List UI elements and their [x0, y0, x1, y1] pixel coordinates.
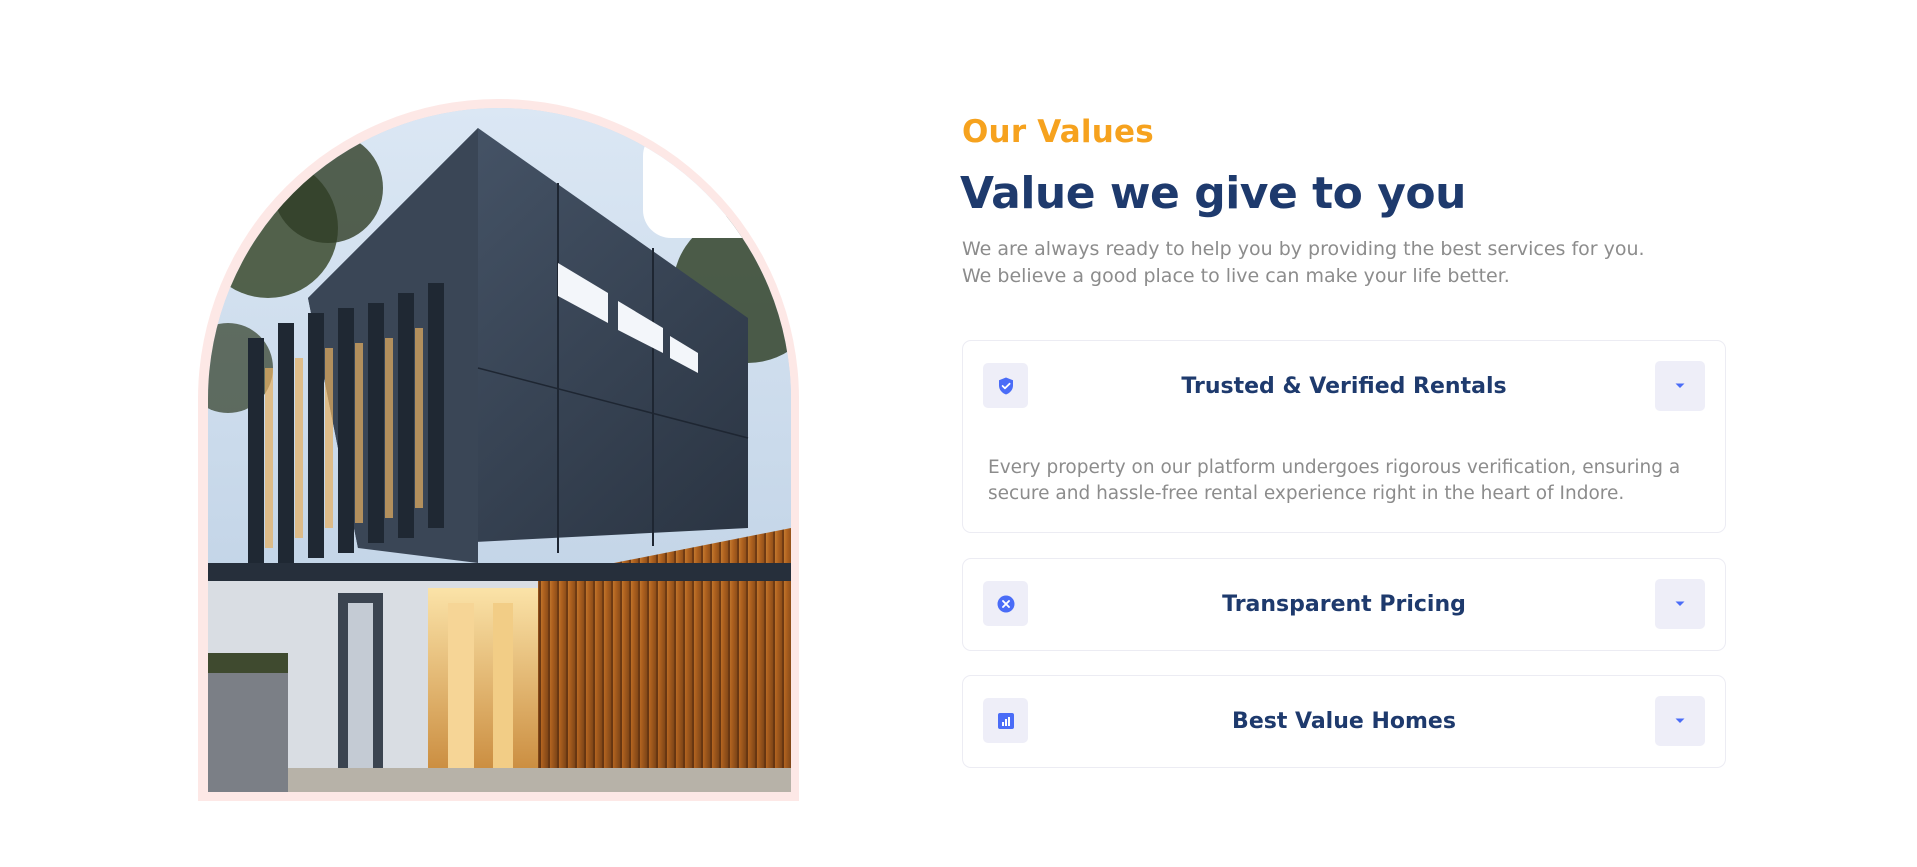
section-eyebrow: Our Values	[962, 114, 1154, 150]
intro-line-1: We are always ready to help you by provi…	[962, 238, 1645, 260]
caret-down-icon	[1675, 383, 1685, 388]
accordion-icon-box	[983, 581, 1028, 626]
accordion-header[interactable]: Transparent Pricing	[963, 559, 1725, 649]
modern-house-illustration	[208, 108, 791, 792]
accordion-toggle-button[interactable]	[1655, 579, 1705, 629]
accordion-item-trusted-rentals: Trusted & Verified Rentals Every propert…	[962, 340, 1726, 533]
bar-chart-icon	[997, 712, 1014, 729]
accordion-toggle-button[interactable]	[1655, 696, 1705, 746]
accordion-title: Best Value Homes	[1232, 708, 1456, 734]
accordion-title: Trusted & Verified Rentals	[1181, 373, 1507, 399]
x-circle-icon	[997, 595, 1014, 612]
accordion-body-line-1: Every property on our platform undergoes…	[988, 457, 1681, 478]
section-intro: We are always ready to help you by provi…	[962, 236, 1662, 290]
section-headline: Value we give to you	[960, 168, 1466, 219]
caret-down-icon	[1675, 718, 1685, 723]
accordion-icon-box	[983, 698, 1028, 743]
accordion-title: Transparent Pricing	[1222, 591, 1466, 617]
accordion-header[interactable]: Best Value Homes	[963, 676, 1725, 766]
accordion-body: Every property on our platform undergoes…	[988, 455, 1688, 507]
house-image	[208, 108, 791, 792]
accordion-item-best-value-homes: Best Value Homes	[962, 675, 1726, 768]
intro-line-2: We believe a good place to live can make…	[962, 265, 1510, 287]
accordion-item-transparent-pricing: Transparent Pricing	[962, 558, 1726, 651]
accordion-body-line-2: secure and hassle-free rental experience…	[988, 483, 1625, 504]
shield-check-icon	[998, 377, 1013, 394]
caret-down-icon	[1675, 601, 1685, 606]
accordion-icon-box	[983, 363, 1028, 408]
accordion-toggle-button[interactable]	[1655, 361, 1705, 411]
accordion-header[interactable]: Trusted & Verified Rentals	[963, 341, 1725, 431]
